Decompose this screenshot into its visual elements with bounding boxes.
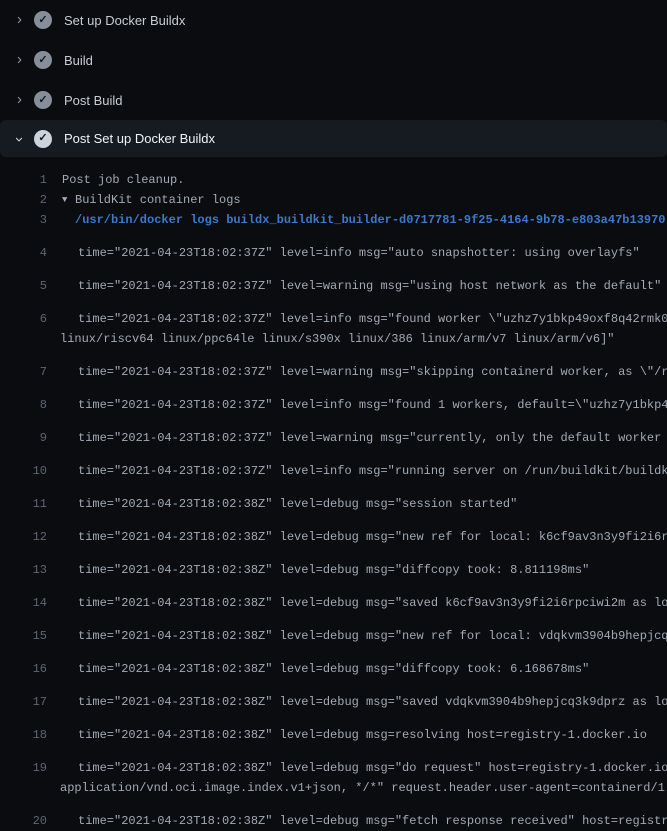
log-line-number[interactable]: 1 xyxy=(0,170,47,190)
log-line: 20 time="2021-04-23T18:02:38Z" level=deb… xyxy=(0,798,667,831)
log-line-text: time="2021-04-23T18:02:37Z" level=info m… xyxy=(47,395,667,415)
log-line-number[interactable]: 14 xyxy=(0,593,47,613)
log-line: 15 time="2021-04-23T18:02:38Z" level=deb… xyxy=(0,613,667,646)
log-line-text: time="2021-04-23T18:02:38Z" level=debug … xyxy=(47,560,667,580)
log-line: linux/riscv64 linux/ppc64le linux/s390x … xyxy=(0,329,667,349)
log-line: application/vnd.oci.image.index.v1+json,… xyxy=(0,778,667,798)
group-label[interactable]: BuildKit container logs xyxy=(75,193,241,207)
log-line: 2 ▼BuildKit container logs xyxy=(0,190,667,210)
chevron-down-icon[interactable] xyxy=(12,131,26,147)
log-line: 13 time="2021-04-23T18:02:38Z" level=deb… xyxy=(0,547,667,580)
log-line-text: time="2021-04-23T18:02:38Z" level=debug … xyxy=(47,593,667,613)
group-toggle-icon[interactable]: ▼ xyxy=(62,190,75,210)
check-glyph: ✓ xyxy=(38,15,47,26)
step-title: Build xyxy=(64,53,93,68)
log-line-number[interactable]: 16 xyxy=(0,659,47,679)
log-line-text: time="2021-04-23T18:02:37Z" level=warnin… xyxy=(47,362,667,382)
log-line: 12 time="2021-04-23T18:02:38Z" level=deb… xyxy=(0,514,667,547)
log-line-number[interactable]: 15 xyxy=(0,626,47,646)
log-line-number[interactable]: 12 xyxy=(0,527,47,547)
chevron-right-icon[interactable] xyxy=(12,52,26,68)
step-title: Set up Docker Buildx xyxy=(64,13,185,28)
chevron-right-icon[interactable] xyxy=(12,12,26,28)
log-line-number[interactable] xyxy=(0,329,47,349)
log-line-text: linux/riscv64 linux/ppc64le linux/s390x … xyxy=(47,329,667,349)
log-line-text: time="2021-04-23T18:02:37Z" level=info m… xyxy=(47,461,667,481)
log-line-number[interactable] xyxy=(0,778,47,798)
step-row-post-set-up-docker-buildx[interactable]: ✓ Post Set up Docker Buildx xyxy=(0,120,667,157)
log-line-text: application/vnd.oci.image.index.v1+json,… xyxy=(47,778,667,798)
log-area: 1 Post job cleanup. 2 ▼BuildKit containe… xyxy=(0,157,667,831)
log-line: 8 time="2021-04-23T18:02:37Z" level=info… xyxy=(0,382,667,415)
log-line-number[interactable]: 8 xyxy=(0,395,47,415)
log-line: 18 time="2021-04-23T18:02:38Z" level=deb… xyxy=(0,712,667,745)
log-line: 9 time="2021-04-23T18:02:37Z" level=warn… xyxy=(0,415,667,448)
step-row-build[interactable]: ✓ Build xyxy=(0,40,667,80)
log-line: 1 Post job cleanup. xyxy=(0,170,667,190)
check-glyph: ✓ xyxy=(38,95,47,106)
step-title: Post Set up Docker Buildx xyxy=(64,131,215,146)
log-line-number[interactable]: 18 xyxy=(0,725,47,745)
log-line-text: time="2021-04-23T18:02:37Z" level=info m… xyxy=(47,309,667,329)
log-line-text: time="2021-04-23T18:02:38Z" level=debug … xyxy=(47,758,667,778)
log-line-number[interactable]: 17 xyxy=(0,692,47,712)
log-line-number[interactable]: 5 xyxy=(0,276,47,296)
log-line: 10 time="2021-04-23T18:02:37Z" level=inf… xyxy=(0,448,667,481)
log-line-number[interactable]: 11 xyxy=(0,494,47,514)
step-row-set-up-docker-buildx[interactable]: ✓ Set up Docker Buildx xyxy=(0,0,667,40)
log-line-number[interactable]: 3 xyxy=(0,210,47,230)
log-line-number[interactable]: 7 xyxy=(0,362,47,382)
log-line-number[interactable]: 10 xyxy=(0,461,47,481)
check-circle-icon: ✓ xyxy=(34,130,52,148)
log-line-number[interactable]: 9 xyxy=(0,428,47,448)
log-line-number[interactable]: 20 xyxy=(0,811,47,831)
check-circle-icon: ✓ xyxy=(34,51,52,69)
chevron-right-icon[interactable] xyxy=(12,92,26,108)
log-line-text: time="2021-04-23T18:02:38Z" level=debug … xyxy=(47,626,667,646)
log-line: 19 time="2021-04-23T18:02:38Z" level=deb… xyxy=(0,745,667,778)
log-line-text: time="2021-04-23T18:02:37Z" level=warnin… xyxy=(47,276,667,296)
log-line-text: time="2021-04-23T18:02:37Z" level=info m… xyxy=(47,243,667,263)
step-title: Post Build xyxy=(64,93,123,108)
log-line-text: time="2021-04-23T18:02:38Z" level=debug … xyxy=(47,494,667,514)
log-line-text: time="2021-04-23T18:02:38Z" level=debug … xyxy=(47,725,667,745)
log-line-number[interactable]: 6 xyxy=(0,309,47,329)
log-line: 5 time="2021-04-23T18:02:37Z" level=warn… xyxy=(0,263,667,296)
log-line-number[interactable]: 4 xyxy=(0,243,47,263)
log-line-text: time="2021-04-23T18:02:38Z" level=debug … xyxy=(47,527,667,547)
log-line: 16 time="2021-04-23T18:02:38Z" level=deb… xyxy=(0,646,667,679)
step-row-post-build[interactable]: ✓ Post Build xyxy=(0,80,667,120)
log-line-text: time="2021-04-23T18:02:38Z" level=debug … xyxy=(47,811,667,831)
check-circle-icon: ✓ xyxy=(34,91,52,109)
log-line-text: Post job cleanup. xyxy=(47,170,667,190)
steps-list: ✓ Set up Docker Buildx ✓ Build ✓ Post Bu… xyxy=(0,0,667,157)
log-line-text: ▼BuildKit container logs xyxy=(47,190,667,210)
log-line-text: time="2021-04-23T18:02:38Z" level=debug … xyxy=(47,692,667,712)
log-line: 4 time="2021-04-23T18:02:37Z" level=info… xyxy=(0,230,667,263)
log-line-number[interactable]: 19 xyxy=(0,758,47,778)
log-line: 6 time="2021-04-23T18:02:37Z" level=info… xyxy=(0,296,667,329)
check-glyph: ✓ xyxy=(38,55,47,66)
log-line: 7 time="2021-04-23T18:02:37Z" level=warn… xyxy=(0,349,667,382)
log-line-text: time="2021-04-23T18:02:37Z" level=warnin… xyxy=(47,428,667,448)
log-line-number[interactable]: 2 xyxy=(0,190,47,210)
log-line: 17 time="2021-04-23T18:02:38Z" level=deb… xyxy=(0,679,667,712)
log-line-number[interactable]: 13 xyxy=(0,560,47,580)
check-glyph: ✓ xyxy=(38,133,47,144)
check-circle-icon: ✓ xyxy=(34,11,52,29)
log-line: 14 time="2021-04-23T18:02:38Z" level=deb… xyxy=(0,580,667,613)
log-line: 11 time="2021-04-23T18:02:38Z" level=deb… xyxy=(0,481,667,514)
log-line: 3 /usr/bin/docker logs buildx_buildkit_b… xyxy=(0,210,667,230)
log-line-text: time="2021-04-23T18:02:38Z" level=debug … xyxy=(47,659,667,679)
log-line-text: /usr/bin/docker logs buildx_buildkit_bui… xyxy=(47,210,667,230)
